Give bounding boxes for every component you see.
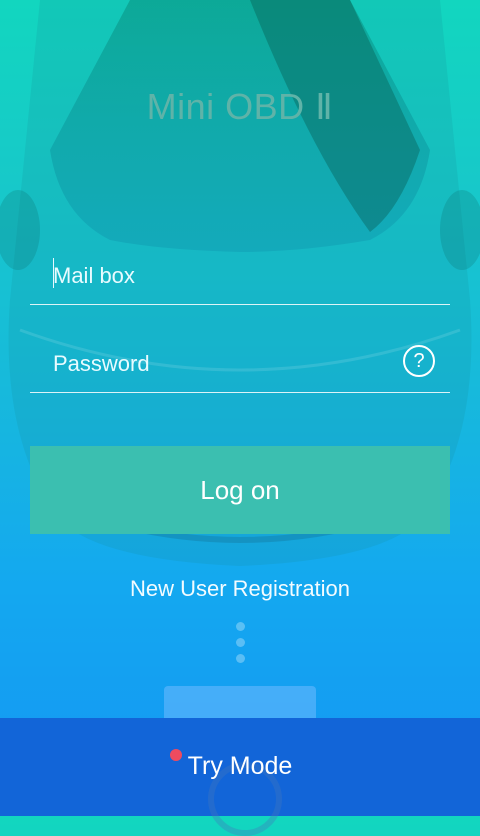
mailbox-input[interactable] [52, 258, 393, 294]
logon-button[interactable]: Log on [30, 446, 450, 534]
app-title: Mini OBD Ⅱ [146, 86, 334, 127]
password-input[interactable] [52, 346, 393, 382]
page-dot [235, 654, 245, 663]
page-dot [235, 638, 245, 647]
try-mode-button[interactable]: Try Mode [0, 718, 480, 836]
mailbox-field[interactable] [30, 248, 450, 305]
help-icon[interactable]: ? [403, 345, 435, 377]
page-dot [235, 622, 245, 631]
new-user-registration-link[interactable]: New User Registration [0, 576, 480, 602]
password-field[interactable]: ? [30, 336, 450, 393]
page-indicator [234, 622, 246, 670]
try-mode-label: Try Mode [187, 752, 293, 780]
